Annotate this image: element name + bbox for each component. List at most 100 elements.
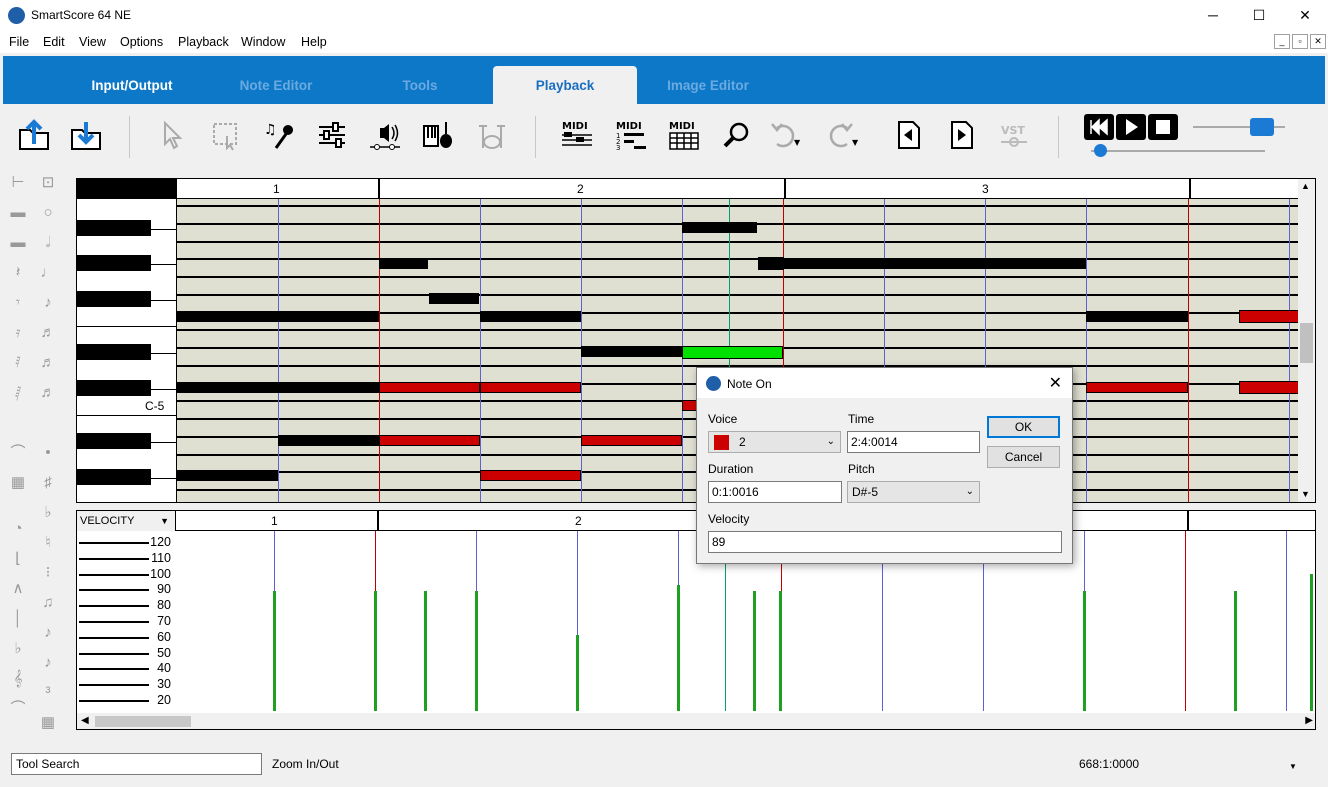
piano-roll-vscrollbar[interactable]: ▲ ▼	[1298, 179, 1315, 502]
mixer-icon[interactable]	[315, 118, 349, 152]
voice-select[interactable]: 2 ⌄	[708, 431, 841, 453]
dialog-close-icon[interactable]: ✕	[1049, 373, 1062, 393]
velocity-bar[interactable]	[779, 590, 782, 711]
note[interactable]	[177, 470, 278, 481]
tool-search-input[interactable]: Tool Search	[11, 753, 262, 775]
mdi-close-button[interactable]: ✕	[1310, 34, 1326, 49]
sixtyfourth-rest-icon[interactable]: 𝅁	[7, 382, 29, 404]
velocity-bar[interactable]	[576, 635, 579, 711]
tempo-slider-thumb[interactable]	[1250, 118, 1274, 136]
pitch-select[interactable]: D#-5 ⌄	[847, 481, 980, 503]
velocity-bar[interactable]	[475, 590, 478, 711]
quarter-note-icon[interactable]: ♩	[37, 262, 59, 284]
note[interactable]	[177, 311, 278, 322]
horizontal-scrollbar[interactable]: ◀ ▶	[77, 713, 1315, 729]
import-icon[interactable]	[17, 118, 51, 152]
tab-tools[interactable]: Tools	[357, 66, 483, 104]
select-arrow-icon[interactable]	[155, 118, 189, 152]
note[interactable]	[480, 470, 581, 481]
note[interactable]	[480, 311, 581, 322]
chevron-down-icon[interactable]: ▼	[1289, 762, 1297, 771]
velocity-type-select[interactable]: VELOCITY ▼	[77, 511, 176, 531]
velocity-bar[interactable]	[753, 590, 756, 711]
mdi-minimize-button[interactable]: _	[1274, 34, 1290, 49]
black-key[interactable]	[77, 380, 151, 396]
menu-options[interactable]: Options	[120, 35, 163, 49]
dot-icon[interactable]: •	[37, 442, 59, 464]
whole-rest-icon[interactable]: ▬	[7, 202, 29, 224]
ok-button[interactable]: OK	[987, 416, 1060, 438]
note[interactable]	[278, 435, 379, 446]
minimize-button[interactable]: ─	[1190, 0, 1236, 31]
quarter-rest-icon[interactable]: 𝄽	[7, 262, 29, 284]
note[interactable]	[581, 435, 682, 446]
treble-clef-icon[interactable]: 𝄞	[7, 668, 29, 690]
half-note-icon[interactable]: 𝅗𝅥	[37, 232, 59, 254]
beam-icon[interactable]: ♫	[37, 592, 59, 614]
redo-icon[interactable]: ▼	[825, 118, 859, 152]
line-tool-icon[interactable]: ⌊	[7, 548, 29, 570]
note[interactable]	[1239, 310, 1299, 323]
position-slider-track[interactable]	[1091, 150, 1265, 152]
black-key[interactable]	[77, 220, 151, 236]
selected-note[interactable]	[682, 346, 783, 359]
cluster-icon[interactable]: ⁝	[37, 562, 59, 584]
note[interactable]	[278, 382, 379, 393]
zoom-icon[interactable]	[720, 118, 754, 152]
note-icon[interactable]: ♪	[37, 622, 59, 644]
note[interactable]	[682, 222, 757, 233]
tie-icon[interactable]: ⌒	[7, 442, 29, 464]
audio-output-icon[interactable]	[368, 118, 402, 152]
grace-note-icon[interactable]: ♪	[37, 652, 59, 674]
vscroll-thumb[interactable]	[1300, 323, 1313, 363]
bracket-icon[interactable]: ⊢	[7, 172, 29, 194]
flat-five-icon[interactable]: ♭	[7, 638, 29, 660]
note[interactable]	[480, 382, 581, 393]
bar-line-icon[interactable]: │	[7, 608, 29, 630]
menu-help[interactable]: Help	[301, 35, 327, 49]
instruments-icon[interactable]	[421, 118, 455, 152]
maximize-button[interactable]: ☐	[1236, 0, 1282, 31]
black-key[interactable]	[77, 344, 151, 360]
note[interactable]	[177, 382, 278, 393]
natural-icon[interactable]: ♮	[37, 532, 59, 554]
undo-icon[interactable]: ▼	[767, 118, 801, 152]
note[interactable]	[758, 257, 784, 270]
black-key[interactable]	[77, 255, 151, 271]
black-key[interactable]	[77, 291, 151, 307]
grid-icon[interactable]: ▦	[7, 472, 29, 494]
pattern-icon[interactable]: ▦	[37, 712, 59, 734]
note[interactable]	[1239, 381, 1299, 394]
thirtysecond-rest-icon[interactable]: 𝅀	[7, 352, 29, 374]
menu-playback[interactable]: Playback	[178, 35, 229, 49]
accent-icon[interactable]: ∧	[7, 578, 29, 600]
velocity-bar[interactable]	[1310, 573, 1313, 711]
sharp-icon[interactable]: ♯	[37, 472, 59, 494]
menu-view[interactable]: View	[79, 35, 106, 49]
midi-numbered-icon[interactable]: MIDI 123	[614, 118, 648, 152]
note[interactable]	[379, 435, 480, 446]
whole-note-icon[interactable]: ○	[37, 202, 59, 224]
position-slider-thumb[interactable]	[1093, 144, 1107, 157]
sixtyfourth-note-icon[interactable]: ♬	[37, 382, 59, 404]
velocity-bar[interactable]	[424, 590, 427, 711]
note[interactable]	[429, 293, 479, 304]
drums-icon[interactable]	[475, 118, 509, 152]
menu-file[interactable]: File	[9, 35, 29, 49]
note[interactable]	[278, 311, 379, 322]
cancel-button[interactable]: Cancel	[987, 446, 1060, 468]
sixteenth-rest-icon[interactable]: 𝄿	[7, 322, 29, 344]
voice-record-icon[interactable]: ♫	[262, 118, 296, 152]
velocity-bar[interactable]	[677, 584, 680, 711]
sixteenth-note-icon[interactable]: ♬	[37, 322, 59, 344]
note[interactable]	[783, 258, 1086, 269]
slur-icon[interactable]: ⌒	[7, 698, 29, 720]
tab-note-editor[interactable]: Note Editor	[213, 66, 339, 104]
tab-input-output[interactable]: Input/Output	[69, 66, 195, 104]
midi-staff-icon[interactable]: MIDI	[560, 118, 594, 152]
tab-playback[interactable]: Playback	[493, 66, 637, 104]
metronome-icon[interactable]: ◔	[7, 518, 29, 540]
time-field[interactable]: 2:4:0014	[847, 431, 980, 453]
velocity-field[interactable]: 89	[708, 531, 1062, 553]
close-button[interactable]: ✕	[1282, 0, 1328, 31]
